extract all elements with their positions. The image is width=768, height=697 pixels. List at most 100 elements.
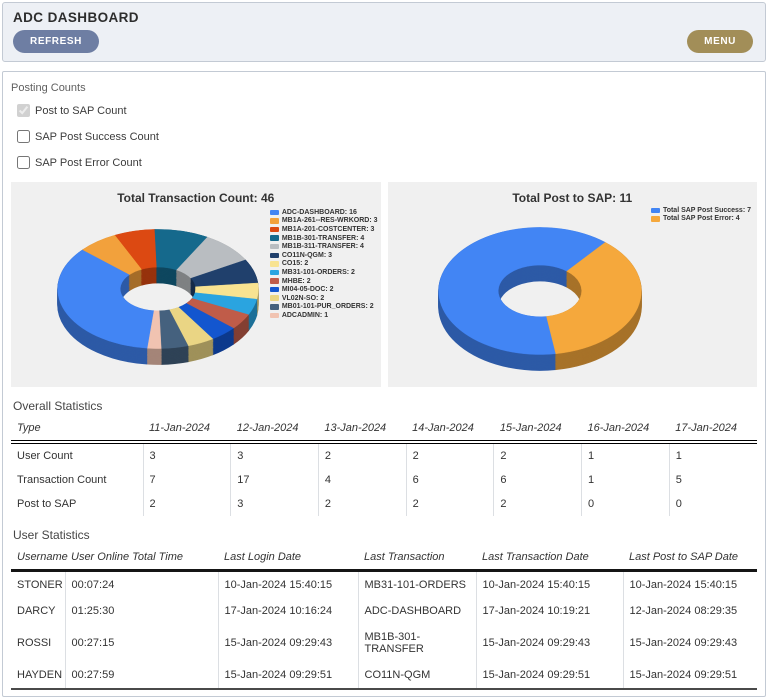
legend-swatch [270,313,279,319]
column-header: Last Transaction [358,548,476,571]
column-header: 15-Jan-2024 [494,419,582,442]
checkbox-label: Post to SAP Count [35,105,127,117]
legend-label: MI04-05-DOC: 2 [282,286,334,293]
legend-label: ADC-DASHBOARD: 16 [282,209,357,216]
column-header: Username [11,548,65,571]
column-header: Last Login Date [218,548,358,571]
table-cell: User Count [11,442,143,468]
table-header-row: UsernameUser Online Total TimeLast Login… [11,548,757,571]
checkbox-row: SAP Post Error Count [17,156,757,169]
legend-item: MB1B-301-TRANSFER: 4 [270,234,378,243]
table-cell: 4 [318,468,406,492]
table-cell: 1 [582,468,670,492]
table-cell: 2 [494,442,582,468]
legend-item: ADCADMIN: 1 [270,311,378,320]
legend-swatch [270,261,279,267]
table-row: DARCY01:25:3017-Jan-2024 10:16:24ADC-DAS… [11,598,757,624]
checkbox-row: Post to SAP Count [17,104,757,117]
checkbox-row: SAP Post Success Count [17,130,757,143]
legend-item: CO15: 2 [270,260,378,269]
legend-item: MB31-101-ORDERS: 2 [270,268,378,277]
table-cell: 15-Jan-2024 09:29:51 [218,662,358,689]
table-cell: 7 [143,468,231,492]
charts-row: Total Transaction Count: 46 ADC-DASHBOAR… [11,182,757,387]
legend-swatch [270,304,279,310]
table-cell: 15-Jan-2024 09:29:43 [476,624,623,662]
checkbox-post-to-sap-count[interactable] [17,104,30,117]
table-cell: 00:27:15 [65,624,218,662]
column-header: 14-Jan-2024 [406,419,494,442]
table-cell: HAYDEN [11,662,65,689]
overall-statistics-table: Type11-Jan-202412-Jan-202413-Jan-202414-… [11,419,757,516]
refresh-button[interactable]: REFRESH [13,30,99,53]
table-cell: 15-Jan-2024 09:29:51 [476,662,623,689]
table-cell: Post to SAP [11,492,143,516]
legend-label: MB1B-311-TRANSFER: 4 [282,243,364,250]
overall-statistics-heading: Overall Statistics [13,399,757,413]
transaction-count-chart-panel: Total Transaction Count: 46 ADC-DASHBOAR… [11,182,381,387]
table-header-row: Type11-Jan-202412-Jan-202413-Jan-202414-… [11,419,757,442]
legend-label: Total SAP Post Error: 4 [663,215,740,222]
legend-swatch [270,227,279,233]
table-row: Post to SAP2322200 [11,492,757,516]
column-header: 16-Jan-2024 [582,419,670,442]
table-cell: 12-Jan-2024 08:29:35 [623,598,757,624]
legend-label: MB31-101-ORDERS: 2 [282,269,355,276]
legend-swatch [270,278,279,284]
table-cell: 3 [143,442,231,468]
table-cell: 3 [231,442,319,468]
main-panel: Posting Counts Post to SAP CountSAP Post… [2,71,766,697]
column-header: 12-Jan-2024 [231,419,319,442]
table-cell: ADC-DASHBOARD [358,598,476,624]
table-cell: CO11N-QGM [358,662,476,689]
legend-label: VL02N-SO: 2 [282,295,324,302]
legend-label: MB01-101-PUR_ORDERS: 2 [282,303,374,310]
legend-swatch [270,287,279,293]
table-cell: 2 [406,492,494,516]
column-header: Last Transaction Date [476,548,623,571]
table-row: STONER00:07:2410-Jan-2024 15:40:15MB31-1… [11,571,757,599]
header-bar: ADC DASHBOARD REFRESH MENU [2,2,766,62]
legend-swatch [270,253,279,259]
column-header: Type [11,419,143,442]
legend-swatch [651,216,660,222]
chart-legend: Total SAP Post Success: 7Total SAP Post … [651,206,751,223]
legend-label: MHBE: 2 [282,278,311,285]
table-cell: 00:27:59 [65,662,218,689]
checkbox-sap-post-success-count[interactable] [17,130,30,143]
legend-label: MB1B-301-TRANSFER: 4 [282,235,364,242]
menu-button[interactable]: MENU [687,30,753,53]
user-statistics-heading: User Statistics [13,528,757,542]
legend-item: MB1A-261--RES-WRKORD: 3 [270,217,378,226]
legend-swatch [270,244,279,250]
legend-item: MHBE: 2 [270,277,378,286]
table-cell: 15-Jan-2024 09:29:51 [623,662,757,689]
legend-item: MI04-05-DOC: 2 [270,285,378,294]
column-header: 17-Jan-2024 [669,419,757,442]
checkbox-label: SAP Post Success Count [35,131,159,143]
checkbox-sap-post-error-count[interactable] [17,156,30,169]
table-cell: 1 [582,442,670,468]
legend-swatch [270,270,279,276]
legend-swatch [270,295,279,301]
table-cell: 6 [406,468,494,492]
table-cell: 2 [406,442,494,468]
user-statistics-table: UsernameUser Online Total TimeLast Login… [11,548,757,690]
chart-legend: ADC-DASHBOARD: 16MB1A-261--RES-WRKORD: 3… [270,208,378,320]
legend-label: MB1A-201-COSTCENTER: 3 [282,226,375,233]
table-cell: 15-Jan-2024 09:29:43 [623,624,757,662]
table-cell: 00:07:24 [65,571,218,599]
legend-item: MB01-101-PUR_ORDERS: 2 [270,303,378,312]
posting-counts-checkbox-group: Post to SAP Count SAP Post Success Count S… [11,104,757,169]
page-title: ADC DASHBOARD [13,10,753,25]
table-cell: 5 [669,468,757,492]
column-header: Last Post to SAP Date [623,548,757,571]
column-header: User Online Total Time [65,548,218,571]
legend-label: ADCADMIN: 1 [282,312,328,319]
table-row: HAYDEN00:27:5915-Jan-2024 09:29:51CO11N-… [11,662,757,689]
table-cell: MB31-101-ORDERS [358,571,476,599]
table-row: ROSSI00:27:1515-Jan-2024 09:29:43MB1B-30… [11,624,757,662]
table-cell: 2 [318,442,406,468]
table-cell: 17-Jan-2024 10:16:24 [218,598,358,624]
table-cell: ROSSI [11,624,65,662]
